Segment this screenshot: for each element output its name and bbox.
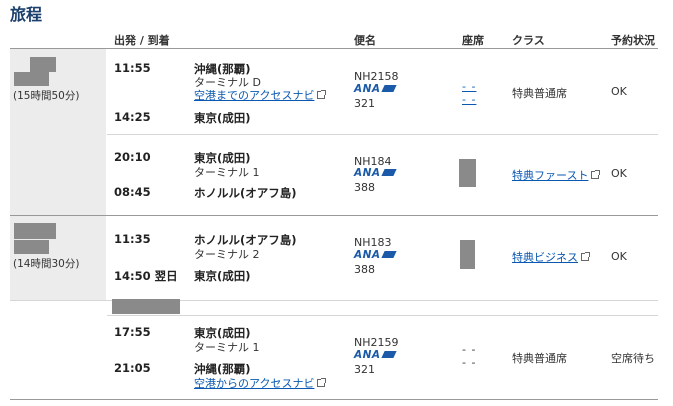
col-class: クラス bbox=[512, 34, 545, 47]
arrival-time: 14:50 翌日 bbox=[114, 269, 178, 283]
ana-logo: ANA bbox=[354, 83, 397, 95]
arrival-time: 14:25 bbox=[114, 110, 151, 124]
seat-value: - - bbox=[462, 343, 477, 356]
table-bottom-divider bbox=[10, 399, 658, 400]
aircraft-type: 321 bbox=[354, 97, 375, 110]
aircraft-type: 388 bbox=[354, 181, 375, 194]
segment-divider bbox=[10, 300, 658, 301]
redacted-date bbox=[14, 223, 56, 239]
departure-terminal: ターミナル 1 bbox=[194, 341, 260, 354]
seat-link[interactable]: - - bbox=[462, 93, 476, 106]
ana-logo: ANA bbox=[354, 349, 397, 361]
external-link-icon bbox=[591, 170, 601, 179]
arrival-city: 東京(成田) bbox=[194, 269, 251, 283]
class-link[interactable]: 特典ビジネス bbox=[512, 249, 590, 265]
trip-divider bbox=[10, 215, 658, 216]
booking-status: OK bbox=[611, 167, 627, 180]
arrival-time: 08:45 bbox=[114, 185, 151, 199]
page-title: 旅程 bbox=[10, 5, 43, 24]
col-seat: 座席 bbox=[462, 34, 484, 47]
airport-access-link[interactable]: 空港までのアクセスナビ bbox=[194, 87, 327, 103]
trip-duration: (15時間50分) bbox=[13, 90, 80, 102]
aircraft-type: 321 bbox=[354, 363, 375, 376]
external-link-icon bbox=[581, 252, 590, 261]
header-divider bbox=[10, 48, 658, 49]
flight-number: NH2159 bbox=[354, 336, 399, 349]
redacted-date bbox=[112, 299, 180, 314]
col-flight: 便名 bbox=[354, 34, 376, 47]
redacted-date bbox=[14, 72, 49, 86]
departure-time: 11:35 bbox=[114, 232, 151, 246]
booking-status: 空席待ち bbox=[611, 352, 655, 365]
segment-divider bbox=[107, 134, 658, 135]
redacted-seat bbox=[459, 159, 476, 187]
booking-class: 特典普通席 bbox=[512, 352, 567, 365]
col-status: 予約状況 bbox=[611, 34, 655, 47]
segment-divider bbox=[107, 315, 658, 316]
airport-access-link[interactable]: 空港からのアクセスナビ bbox=[194, 375, 327, 391]
departure-terminal: ターミナル 2 bbox=[194, 248, 260, 261]
arrival-time: 21:05 bbox=[114, 361, 151, 375]
aircraft-type: 388 bbox=[354, 263, 375, 276]
arrival-city: ホノルル(オアフ島) bbox=[194, 186, 297, 200]
booking-class: 特典普通席 bbox=[512, 87, 567, 100]
flight-number: NH183 bbox=[354, 236, 392, 249]
departure-time: 11:55 bbox=[114, 61, 151, 75]
class-link[interactable]: 特典ファースト bbox=[512, 167, 601, 183]
external-link-icon bbox=[317, 378, 327, 387]
seat-value: - - bbox=[462, 356, 477, 369]
departure-time: 20:10 bbox=[114, 150, 151, 164]
redacted-date bbox=[14, 240, 49, 254]
ana-logo: ANA bbox=[354, 249, 397, 261]
redacted-date bbox=[30, 57, 56, 72]
external-link-icon bbox=[317, 90, 327, 99]
redacted-seat bbox=[460, 240, 475, 269]
booking-status: OK bbox=[611, 250, 627, 263]
col-dep-arr: 出発 / 到着 bbox=[114, 34, 170, 47]
departure-terminal: ターミナル 1 bbox=[194, 166, 260, 179]
arrival-city: 東京(成田) bbox=[194, 111, 251, 125]
departure-time: 17:55 bbox=[114, 325, 151, 339]
ana-logo: ANA bbox=[354, 167, 397, 179]
flight-number: NH2158 bbox=[354, 70, 399, 83]
seat-link[interactable]: - - bbox=[462, 80, 476, 93]
booking-status: OK bbox=[611, 85, 627, 98]
trip-duration: (14時間30分) bbox=[13, 258, 80, 270]
